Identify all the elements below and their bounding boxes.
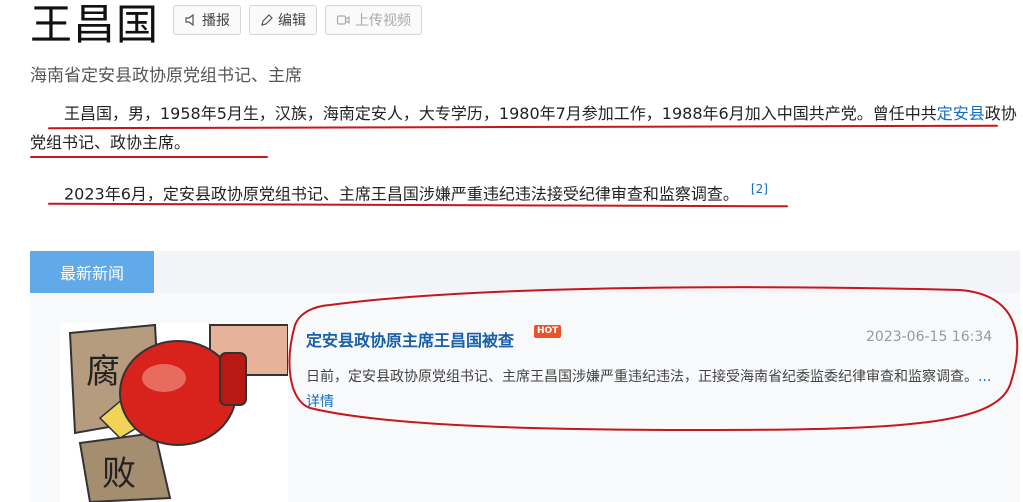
broadcast-label: 播报 bbox=[202, 13, 230, 29]
news-item-title[interactable]: 定安县政协原主席王昌国被查 bbox=[306, 327, 514, 351]
speaker-icon bbox=[185, 13, 194, 27]
tab-latest-news[interactable]: 最新新闻 bbox=[30, 251, 154, 293]
glove-highlight bbox=[142, 364, 186, 392]
pencil-icon bbox=[261, 14, 273, 26]
broadcast-button[interactable]: 播报 bbox=[173, 5, 241, 35]
image-char-bai: 败 bbox=[102, 454, 136, 494]
annotation-underline bbox=[30, 156, 268, 158]
edit-button[interactable]: 编辑 bbox=[249, 5, 317, 35]
glove-cuff bbox=[219, 352, 247, 406]
toolbar: 播报 编辑 上传视频 bbox=[173, 5, 422, 35]
page-title: 王昌国 bbox=[30, 0, 160, 49]
hot-badge: HOT bbox=[534, 325, 562, 338]
upload-video-button[interactable]: 上传视频 bbox=[325, 5, 422, 35]
news-thumbnail[interactable]: 腐 败 bbox=[60, 323, 288, 502]
news-item-date: 2023-06-15 16:34 bbox=[866, 329, 993, 345]
boxing-glove bbox=[119, 340, 237, 446]
page-subtitle: 海南省定安县政协原党组书记、主席 bbox=[30, 66, 302, 86]
news-summary-text: 日前，定安县政协原党组书记、主席王昌国涉嫌严重违纪违法，正接受海南省纪委监委纪律… bbox=[306, 369, 978, 385]
investigation-text: 2023年6月，定安县政协原党组书记、主席王昌国涉嫌严重违纪违法接受纪律审查和监… bbox=[64, 184, 739, 204]
dingan-county-link[interactable]: 定安县 bbox=[937, 104, 985, 123]
news-tab-bar: 最新新闻 bbox=[30, 251, 1020, 293]
news-item-summary: 日前，定安县政协原党组书记、主席王昌国涉嫌严重违纪违法，正接受海南省纪委监委纪律… bbox=[306, 365, 996, 415]
reference-link[interactable]: [2] bbox=[751, 182, 768, 196]
intro-text: 王昌国，男，1958年5月生，汉族，海南定安人，大专学历，1980年7月参加工作… bbox=[64, 104, 937, 123]
image-char-fu: 腐 bbox=[86, 352, 120, 392]
upload-video-label: 上传视频 bbox=[355, 13, 411, 29]
edit-label: 编辑 bbox=[278, 13, 306, 29]
video-camera-icon bbox=[336, 15, 350, 25]
